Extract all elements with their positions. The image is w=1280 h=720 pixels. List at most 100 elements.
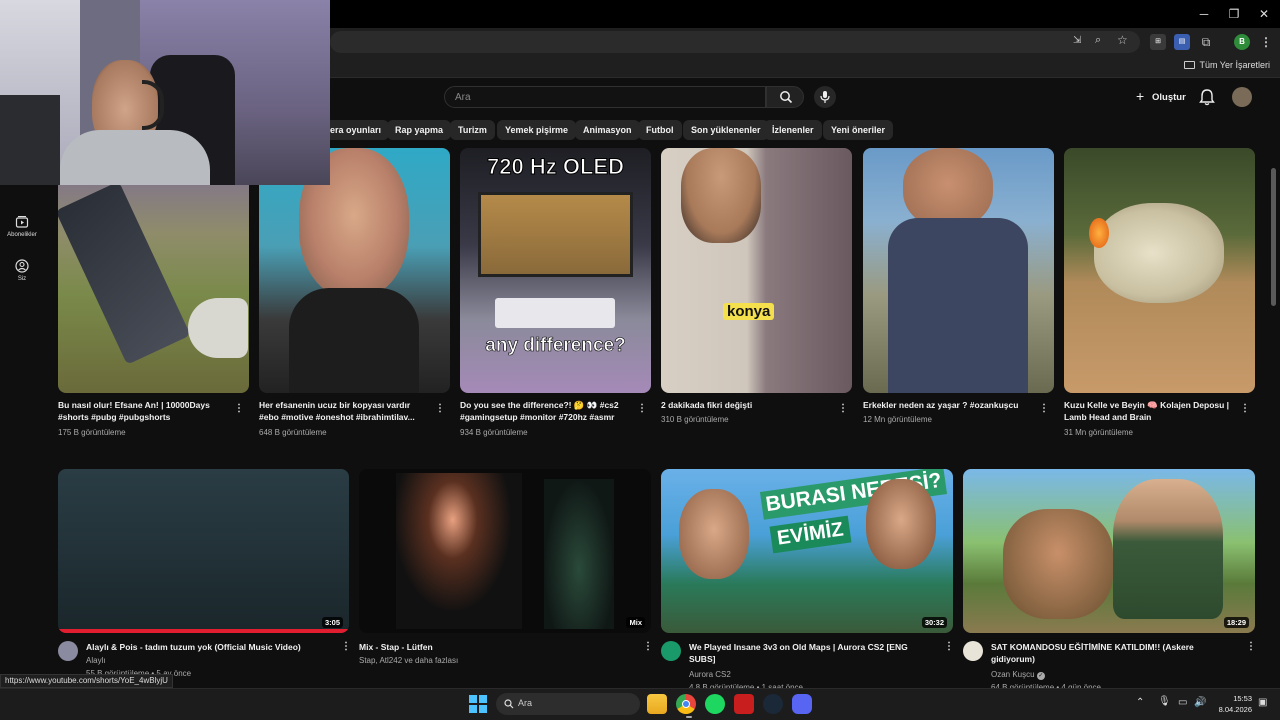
page-scrollbar-thumb[interactable] (1271, 168, 1276, 306)
thumbnail-overlay-text: konya (723, 303, 775, 320)
channel-avatar[interactable] (963, 641, 983, 661)
channel-name[interactable]: Alaylı (86, 655, 106, 667)
short-title[interactable]: Her efsanenin ucuz bir kopyası vardır #e… (259, 399, 429, 423)
address-bar[interactable]: ⇲ ⌕ ☆ (330, 31, 1140, 53)
shirt-graphic (888, 218, 1028, 393)
video-title[interactable]: Alaylı & Pois - tadım tuzum yok (Officia… (86, 641, 326, 653)
browser-menu-icon[interactable]: ⋮ (1258, 34, 1274, 50)
video-thumbnail[interactable]: Mix (359, 469, 651, 633)
short-title[interactable]: 2 dakikada fikri değişti (661, 399, 831, 411)
channel-avatar[interactable] (661, 641, 681, 661)
short-title[interactable]: Do you see the difference?! 🤔 👀 #cs2 #ga… (460, 399, 632, 423)
short-title[interactable]: Erkekler neden az yaşar ? #ozankuşcu (863, 399, 1033, 411)
extensions-puzzle-icon[interactable]: ⧉ (1198, 34, 1214, 50)
short-title[interactable]: Kuzu Kelle ve Beyin 🧠 Kolajen Deposu | L… (1064, 399, 1236, 423)
short-thumbnail[interactable]: konya (661, 148, 852, 393)
more-options-icon[interactable]: ⋮ (944, 641, 954, 653)
chip[interactable]: İzlenenler (764, 120, 822, 140)
channel-name[interactable]: Stap, Atl242 ve daha fazlası (359, 655, 458, 667)
network-icon[interactable]: ▭ (1178, 697, 1187, 708)
spotify-icon[interactable] (705, 694, 725, 714)
video-thumbnail[interactable]: BURASI NERESİ? EVİMİZ 30:32 (661, 469, 953, 633)
short-views: 310 B görüntüleme (661, 415, 729, 424)
extension-icon[interactable]: ▤ (1174, 34, 1190, 50)
video-title[interactable]: We Played Insane 3v3 on Old Maps | Auror… (689, 641, 929, 665)
sidebar-item-subscriptions[interactable]: Abonelikler (4, 215, 40, 238)
watch-progress-bar (58, 629, 349, 633)
taskbar-clock[interactable]: 15:53 8.04.2026 (1212, 693, 1252, 715)
chip[interactable]: Rap yapma (387, 120, 452, 140)
streamer-shirt-graphic (60, 130, 210, 185)
more-options-icon[interactable]: ⋮ (1039, 403, 1049, 415)
create-button[interactable]: + Oluştur (1130, 86, 1190, 108)
hand-graphic (188, 298, 248, 358)
plus-icon: + (1136, 88, 1145, 104)
taskbar-search[interactable]: Ara (496, 693, 640, 715)
channel-avatar[interactable] (58, 641, 78, 661)
face-graphic (903, 148, 993, 228)
video-thumbnail[interactable]: 18:29 (963, 469, 1255, 633)
more-options-icon[interactable]: ⋮ (234, 403, 244, 415)
account-avatar[interactable] (1232, 87, 1252, 107)
chip[interactable]: Yemek pişirme (497, 120, 577, 140)
thumbnail-overlay-text: 720 Hz OLED (487, 154, 625, 180)
search-input[interactable]: Ara (444, 86, 766, 108)
discord-icon[interactable] (792, 694, 812, 714)
all-bookmarks-label: Tüm Yer İşaretleri (1199, 60, 1270, 70)
minimize-icon[interactable]: ─ (1196, 6, 1212, 22)
restore-icon[interactable]: ❐ (1226, 6, 1242, 22)
more-options-icon[interactable]: ⋮ (341, 641, 351, 653)
volume-icon[interactable]: 🔊 (1194, 697, 1206, 708)
webcam-overlay (0, 0, 330, 185)
shirt-graphic (289, 288, 419, 393)
extension-icon[interactable]: ⊞ (1150, 34, 1166, 50)
fire-graphic (1089, 218, 1109, 248)
microphone-icon[interactable]: 🎙 (1158, 696, 1171, 707)
voice-search-button[interactable] (814, 86, 836, 108)
more-options-icon[interactable]: ⋮ (1240, 403, 1250, 415)
chip[interactable]: Son yüklenenler (683, 120, 769, 140)
search-button[interactable] (766, 86, 804, 108)
short-title[interactable]: Bu nasıl olur! Efsane An! | 10000Days #s… (58, 399, 228, 423)
chip[interactable]: Yeni öneriler (823, 120, 894, 140)
more-options-icon[interactable]: ⋮ (1246, 641, 1256, 653)
video-duration: 3:05 (321, 617, 343, 628)
install-app-icon[interactable]: ⇲ (1073, 35, 1087, 49)
all-bookmarks[interactable]: Tüm Yer İşaretleri (1184, 60, 1270, 70)
clock-time: 15:53 (1233, 694, 1252, 703)
windows-start-icon[interactable] (469, 695, 487, 713)
video-thumbnail[interactable]: 3:05 (58, 469, 349, 633)
close-icon[interactable]: ✕ (1256, 6, 1272, 22)
app-icon[interactable] (734, 694, 754, 714)
sidebar-item-you[interactable]: Siz (4, 259, 40, 282)
chip[interactable]: Futbol (638, 120, 682, 140)
bookmark-star-icon[interactable]: ☆ (1117, 33, 1131, 47)
short-views: 934 B görüntüleme (460, 428, 528, 437)
chip[interactable]: era oyunları (320, 120, 390, 140)
chrome-icon[interactable] (676, 694, 696, 714)
verified-icon: ✓ (1036, 672, 1045, 680)
zoom-icon[interactable]: ⌕ (1095, 34, 1109, 48)
video-title[interactable]: SAT KOMANDOSU EĞİTİMİNE KATILDIM!! (Aske… (991, 641, 1221, 665)
more-options-icon[interactable]: ⋮ (435, 403, 445, 415)
channel-name[interactable]: Ozan Kuşcu ✓ (991, 669, 1045, 681)
chip[interactable]: Animasyon (575, 120, 640, 140)
chevron-up-icon[interactable]: ⌃ (1136, 697, 1144, 708)
notifications-bell-icon[interactable] (1198, 88, 1216, 106)
video-duration: 18:29 (1223, 617, 1249, 628)
short-thumbnail[interactable] (863, 148, 1054, 393)
chip[interactable]: Turizm (450, 120, 495, 140)
notifications-icon[interactable]: ▣ (1258, 697, 1267, 708)
profile-avatar[interactable]: B (1234, 34, 1250, 50)
short-thumbnail[interactable]: 720 Hz OLED any difference? (460, 148, 651, 393)
video-title[interactable]: Mix - Stap - Lütfen (359, 641, 619, 653)
more-options-icon[interactable]: ⋮ (637, 403, 647, 415)
more-options-icon[interactable]: ⋮ (838, 403, 848, 415)
file-explorer-icon[interactable] (647, 694, 667, 714)
steam-icon[interactable] (763, 694, 783, 714)
channel-name[interactable]: Aurora CS2 (689, 669, 731, 681)
thumbnail-overlay-text: EVİMİZ (769, 515, 852, 554)
more-options-icon[interactable]: ⋮ (643, 641, 653, 653)
artist-photo-graphic (544, 479, 614, 629)
short-thumbnail[interactable] (1064, 148, 1255, 393)
